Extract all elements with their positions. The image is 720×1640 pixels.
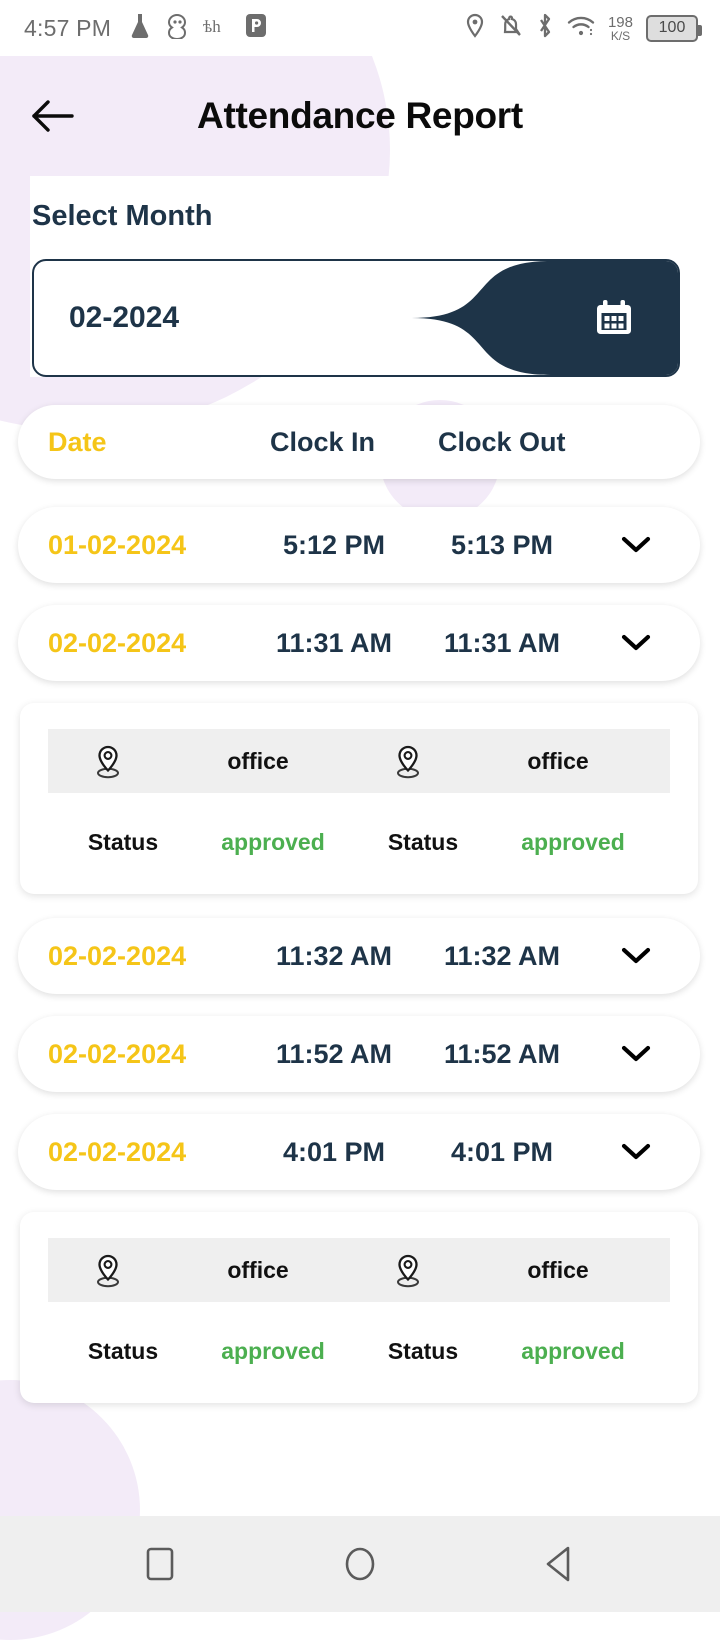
clock-in-status-label: Status: [87, 1338, 159, 1364]
status-bar-notification-icons: ѣh: [129, 13, 267, 44]
back-button[interactable]: [24, 87, 82, 145]
network-speed-indicator: 198 K/S: [608, 15, 633, 42]
detail-location-band: office office: [48, 729, 670, 793]
table-row[interactable]: 02-02-2024 11:52 AM 11:52 AM: [18, 1016, 700, 1092]
calendar-icon[interactable]: [592, 296, 636, 340]
clock-in-status-value: approved: [221, 829, 325, 855]
clock-out-status-label: Status: [387, 829, 459, 855]
row-date: 02-02-2024: [48, 627, 187, 658]
chevron-down-icon: [621, 634, 651, 651]
row-expand-toggle[interactable]: [586, 1141, 690, 1163]
chevron-down-icon: [621, 947, 651, 964]
powerpoint-icon: [245, 13, 267, 43]
clock-out-location-value: office: [527, 747, 589, 774]
row-expand-toggle[interactable]: [586, 945, 690, 967]
notifications-muted-icon: [499, 13, 523, 44]
chevron-down-icon: [621, 1143, 651, 1160]
row-date: 01-02-2024: [48, 529, 187, 560]
status-bar-clock: 4:57 PM: [24, 14, 112, 41]
row-expand-toggle[interactable]: [586, 534, 690, 556]
clock-in-location-pin-icon: [48, 742, 168, 780]
table-header-row: Date Clock In Clock Out: [18, 405, 700, 479]
column-header-clock-out: Clock Out: [438, 426, 566, 457]
circle-icon: [345, 1547, 375, 1581]
row-detail-panel: office office Status approved Status app…: [20, 1212, 698, 1403]
row-clock-in: 4:01 PM: [282, 1136, 386, 1167]
row-clock-in: 11:52 AM: [275, 1038, 393, 1069]
wifi-icon: [567, 14, 595, 43]
back-arrow-icon: [32, 100, 74, 132]
clock-out-location-pin-icon: [348, 742, 468, 780]
row-date: 02-02-2024: [48, 1038, 187, 1069]
row-expand-toggle[interactable]: [586, 1043, 690, 1065]
clock-in-status-label: Status: [87, 829, 159, 855]
square-icon: [146, 1547, 174, 1581]
clock-in-status-value: approved: [221, 1338, 325, 1364]
clock-in-location-value: office: [227, 1256, 289, 1283]
table-row[interactable]: 01-02-2024 5:12 PM 5:13 PM: [18, 507, 700, 583]
app-header: Attendance Report: [0, 56, 720, 176]
table-row[interactable]: 02-02-2024 4:01 PM 4:01 PM: [18, 1114, 700, 1190]
status-bar-system-icons: 198 K/S 100: [464, 13, 702, 44]
row-clock-out: 11:32 AM: [443, 940, 561, 971]
bluetooth-icon: [536, 13, 554, 44]
location-icon: [464, 13, 486, 44]
detail-status-row: Status approved Status approved: [48, 1302, 670, 1365]
clock-out-status-label: Status: [387, 1338, 459, 1364]
month-selector-sheet: Select Month 02-2024: [30, 176, 720, 377]
script-icon: ѣh: [203, 15, 229, 42]
table-row[interactable]: 02-02-2024 11:31 AM 11:31 AM: [18, 605, 700, 681]
row-clock-out: 11:31 AM: [443, 627, 561, 658]
back-nav-button[interactable]: [515, 1519, 605, 1609]
clock-in-location-pin-icon: [48, 1251, 168, 1289]
row-clock-out: 4:01 PM: [450, 1136, 554, 1167]
clock-out-status-value: approved: [521, 1338, 625, 1364]
page-title: Attendance Report: [197, 95, 523, 136]
row-date: 02-02-2024: [48, 1136, 187, 1167]
network-speed-value: 198: [607, 13, 633, 31]
recents-button[interactable]: [115, 1519, 205, 1609]
month-selector-value: 02-2024: [69, 301, 180, 334]
row-clock-in: 11:32 AM: [275, 940, 393, 971]
chevron-down-icon: [621, 536, 651, 553]
attendance-table: Date Clock In Clock Out 01-02-2024 5:12 …: [0, 377, 720, 1403]
status-bar: 4:57 PM ѣh 198 K/S 100: [0, 0, 720, 56]
row-clock-in: 11:31 AM: [275, 627, 393, 658]
row-date: 02-02-2024: [48, 940, 187, 971]
chevron-down-icon: [621, 1045, 651, 1062]
row-clock-in: 5:12 PM: [282, 529, 386, 560]
clock-out-location-pin-icon: [348, 1251, 468, 1289]
triangle-left-icon: [546, 1546, 570, 1582]
network-speed-unit: K/S: [610, 28, 631, 43]
battery-level: 100: [658, 19, 686, 36]
svg-text:ѣh: ѣh: [203, 17, 221, 36]
row-expand-toggle[interactable]: [586, 632, 690, 654]
row-clock-out: 11:52 AM: [443, 1038, 561, 1069]
clock-out-location-value: office: [527, 1256, 589, 1283]
detail-status-row: Status approved Status approved: [48, 793, 670, 856]
clock-in-location-value: office: [227, 747, 289, 774]
row-detail-panel: office office Status approved Status app…: [20, 703, 698, 894]
table-row[interactable]: 02-02-2024 11:32 AM 11:32 AM: [18, 918, 700, 994]
column-header-date: Date: [48, 426, 107, 457]
android-navigation-bar: [0, 1516, 720, 1612]
app-icon: [167, 13, 187, 44]
select-month-label: Select Month: [32, 200, 213, 232]
home-button[interactable]: [315, 1519, 405, 1609]
column-header-clock-in: Clock In: [270, 426, 376, 457]
battery-indicator: 100: [646, 14, 702, 42]
detail-location-band: office office: [48, 1238, 670, 1302]
flask-icon: [129, 13, 151, 44]
clock-out-status-value: approved: [521, 829, 625, 855]
row-clock-out: 5:13 PM: [450, 529, 554, 560]
month-selector-field[interactable]: 02-2024: [32, 259, 680, 377]
